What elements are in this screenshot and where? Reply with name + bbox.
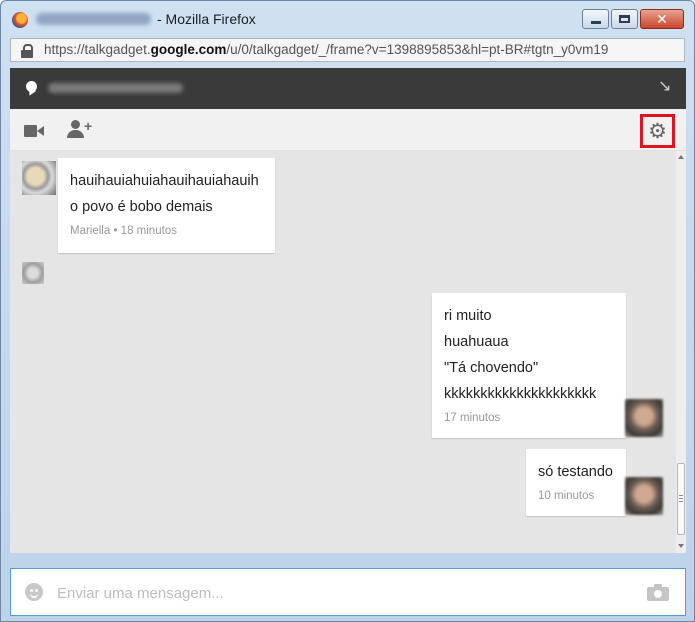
popout-arrow-icon[interactable]: ↘: [658, 79, 672, 95]
url-domain: google.com: [150, 42, 227, 57]
maximize-button[interactable]: [611, 9, 638, 29]
message-line: só testando: [538, 464, 613, 480]
location-pin-icon: [25, 81, 37, 98]
close-button[interactable]: ✕: [640, 9, 684, 29]
emoji-icon[interactable]: [25, 583, 43, 601]
lock-icon: [21, 44, 33, 58]
scrollbar-thumb[interactable]: [677, 463, 685, 535]
avatar[interactable]: [22, 262, 44, 284]
window-title: - Mozilla Firefox: [157, 11, 256, 27]
message-line: kkkkkkkkkkkkkkkkkkkkk: [444, 386, 597, 402]
url-suffix: /u/0/talkgadget/_/frame?v=1398895853&hl=…: [226, 42, 609, 57]
scroll-down-arrow-icon[interactable]: [678, 544, 684, 548]
message-meta: 17 minutos: [444, 412, 501, 424]
message-composer: [10, 568, 686, 616]
message-line: o povo é bobo demais: [70, 199, 213, 215]
message-bubble: ri muito huahuaua "Tá chovendo" kkkkkkkk…: [432, 293, 626, 438]
gear-icon: ⚙: [648, 119, 667, 143]
title-bar[interactable]: - Mozilla Firefox ✕: [1, 1, 694, 37]
message-input[interactable]: [55, 579, 639, 607]
close-icon: ✕: [656, 11, 668, 27]
browser-window: - Mozilla Firefox ✕ https://talkgadget.g…: [0, 0, 695, 622]
message-line: huahuaua: [444, 334, 509, 350]
minimize-icon: [590, 20, 601, 24]
url-prefix: https://talkgadget.: [44, 42, 151, 57]
avatar[interactable]: [22, 161, 56, 195]
chat-scrollbar[interactable]: [676, 151, 686, 553]
avatar[interactable]: [625, 399, 663, 437]
maximize-icon: [619, 15, 630, 23]
firefox-icon: [12, 12, 28, 28]
url-text: https://talkgadget.google.com/u/0/talkga…: [44, 42, 608, 57]
hangout-header: ↘: [10, 68, 686, 109]
window-controls: ✕: [582, 9, 684, 29]
add-person-icon[interactable]: +: [67, 119, 93, 140]
camera-icon[interactable]: [647, 584, 669, 601]
chat-toolbar: + ⚙: [10, 109, 686, 151]
video-call-icon[interactable]: [24, 125, 44, 137]
scroll-up-arrow-icon[interactable]: [678, 155, 684, 159]
message-line: hauihauiahuiahauihauiahauih: [70, 173, 259, 189]
minimize-button[interactable]: [582, 9, 609, 29]
message-line: ri muito: [444, 308, 492, 324]
blurred-conversation-name: [48, 83, 183, 93]
settings-button[interactable]: ⚙: [640, 114, 675, 148]
message-meta: Mariella • 18 minutos: [70, 225, 177, 237]
message-bubble: só testando 10 minutos: [526, 449, 626, 516]
message-meta: 10 minutos: [538, 490, 595, 502]
conversation-area: hauihauiahuiahauihauiahauih o povo é bob…: [10, 151, 676, 553]
message-bubble: hauihauiahuiahauihauiahauih o povo é bob…: [58, 158, 275, 253]
address-bar[interactable]: https://talkgadget.google.com/u/0/talkga…: [10, 38, 685, 62]
message-line: "Tá chovendo": [444, 360, 539, 376]
avatar[interactable]: [625, 477, 663, 515]
blurred-contact-name: [36, 13, 151, 25]
